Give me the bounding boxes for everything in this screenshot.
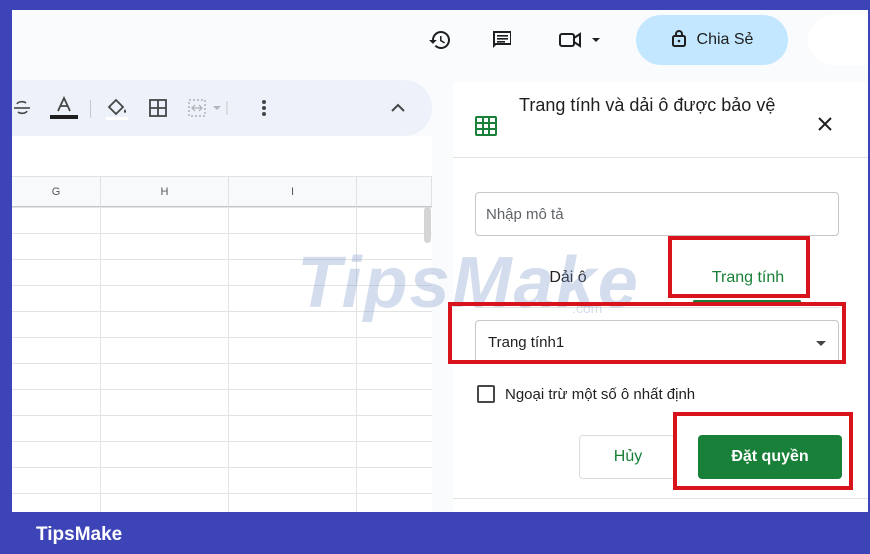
formula-bar[interactable] <box>12 136 432 177</box>
fill-color-icon[interactable] <box>102 94 132 122</box>
set-permissions-button[interactable]: Đặt quyền <box>698 435 842 479</box>
comment-icon[interactable] <box>488 26 516 54</box>
except-label: Ngoại trừ một số ô nhất định <box>505 385 696 403</box>
more-options-icon[interactable] <box>252 94 276 122</box>
spreadsheet-grid[interactable]: G H I <box>12 177 432 512</box>
column-header-i[interactable]: I <box>229 177 357 207</box>
close-icon[interactable] <box>811 110 839 138</box>
collapse-icon[interactable] <box>384 94 412 122</box>
selected-sheet-value: Trang tính1 <box>488 333 565 351</box>
share-label: Chia Sẻ <box>696 31 754 48</box>
merge-cells-icon[interactable] <box>186 94 232 122</box>
text-color-icon[interactable] <box>48 94 80 122</box>
cancel-button[interactable]: Hủy <box>579 435 677 479</box>
except-checkbox[interactable] <box>477 385 495 403</box>
protected-ranges-panel: Trang tính và dải ô được bảo vệ Dải ô Tr… <box>453 82 868 512</box>
vertical-scrollbar[interactable] <box>424 207 431 243</box>
panel-title: Trang tính và dải ô được bảo vệ <box>519 95 776 115</box>
tab-range[interactable]: Dải ô <box>493 254 643 302</box>
description-input[interactable] <box>475 192 839 236</box>
account-avatar[interactable] <box>808 15 868 65</box>
tab-sheet[interactable]: Trang tính <box>678 254 818 302</box>
panel-header: Trang tính và dải ô được bảo vệ <box>453 82 868 158</box>
sheets-icon <box>475 115 497 142</box>
column-header-next[interactable] <box>357 177 432 207</box>
toolbar-divider <box>90 100 91 118</box>
video-call-icon[interactable] <box>556 26 602 54</box>
active-tab-indicator <box>693 300 801 303</box>
panel-divider <box>453 498 868 499</box>
grid-cells[interactable] <box>12 207 432 512</box>
column-header-h[interactable]: H <box>101 177 229 207</box>
column-header-g[interactable]: G <box>12 177 101 207</box>
tab-divider <box>475 307 839 308</box>
chevron-down-icon <box>816 334 826 351</box>
sheet-select[interactable]: Trang tính1 <box>475 320 839 364</box>
history-icon[interactable] <box>426 26 454 54</box>
borders-icon[interactable] <box>144 94 172 122</box>
footer-brand: TipsMake <box>36 524 123 545</box>
share-button[interactable]: Chia Sẻ <box>636 15 788 65</box>
strikethrough-icon[interactable] <box>12 94 32 122</box>
except-certain-cells-option[interactable]: Ngoại trừ một số ô nhất định <box>477 382 695 406</box>
app-frame: Chia Sẻ G H I Trang tính và dải ô được b… <box>12 10 868 512</box>
top-header: Chia Sẻ <box>12 10 868 72</box>
formatting-toolbar <box>12 80 432 136</box>
lock-icon <box>671 29 687 52</box>
